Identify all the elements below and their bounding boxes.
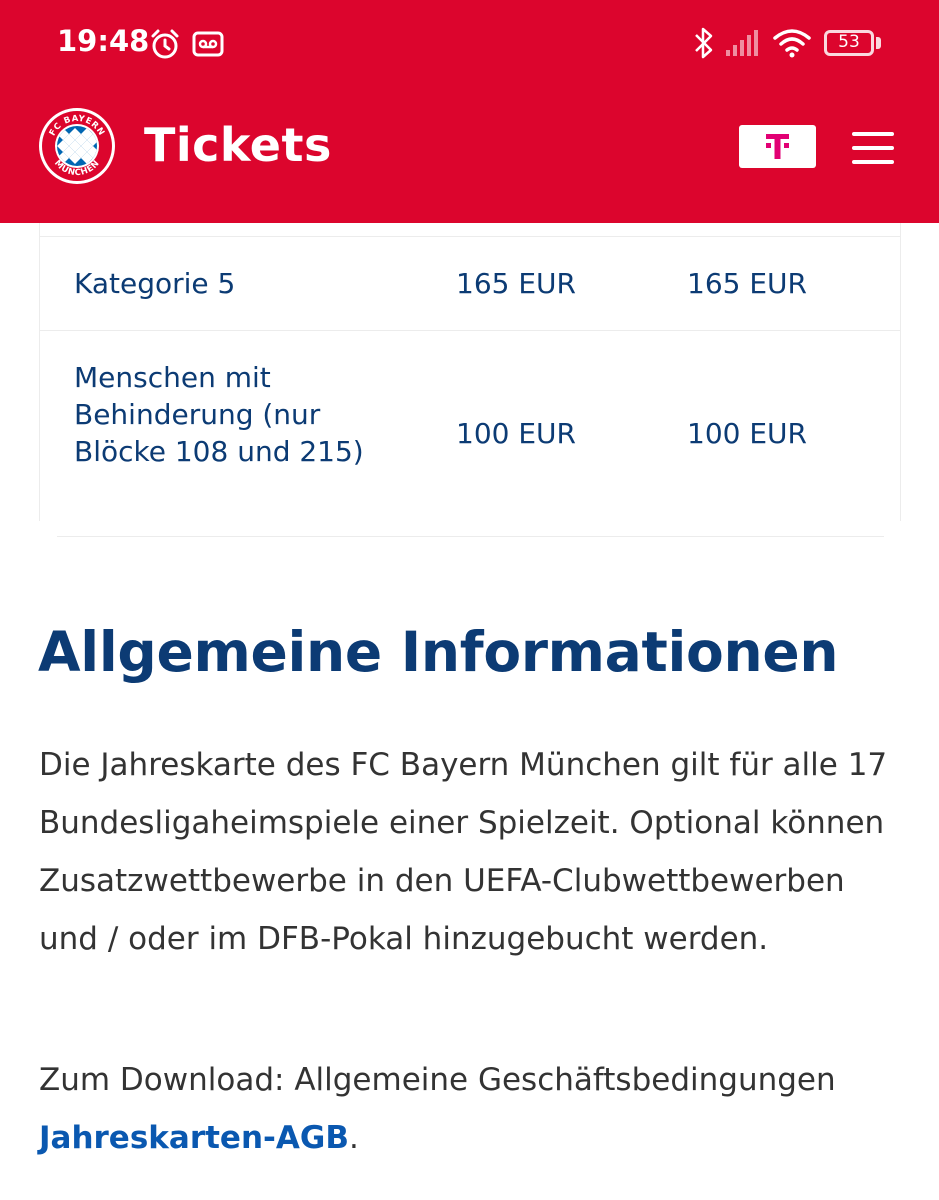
category-cell: Kategorie 5 <box>74 267 236 300</box>
download-text: Zum Download: Allgemeine Geschäftsbeding… <box>39 1062 836 1098</box>
section-title: Allgemeine Informationen <box>38 620 839 684</box>
battery-icon: 53 <box>824 30 874 56</box>
download-paragraph: Zum Download: Allgemeine Geschäftsbeding… <box>39 1051 909 1167</box>
hamburger-menu-icon[interactable] <box>852 132 894 164</box>
signal-icon <box>724 28 760 62</box>
fc-bayern-logo[interactable]: FC BAYERN MÜNCHEN <box>38 107 116 185</box>
info-paragraph: Die Jahreskarte des FC Bayern München gi… <box>39 747 888 957</box>
category-cell: Menschen mit Behinderung (nur Blöcke 108… <box>74 361 364 468</box>
table-row: Menschen mit Behinderung (nur Blöcke 108… <box>40 331 900 521</box>
agb-download-link[interactable]: Jahreskarten-AGB <box>39 1120 349 1156</box>
voicemail-icon <box>192 31 224 61</box>
status-time: 19:48 <box>57 24 150 58</box>
price-table: Kategorie 5 165 EUR 165 EUR Menschen mit… <box>39 223 901 521</box>
battery-tip <box>876 37 881 49</box>
price-cell: 165 EUR <box>456 267 576 300</box>
app-header: FC BAYERN MÜNCHEN Tickets <box>0 90 939 223</box>
download-suffix: . <box>348 1120 359 1156</box>
wifi-icon <box>772 27 812 63</box>
page-title: Tickets <box>144 118 332 172</box>
alarm-icon <box>148 27 182 65</box>
price-cell: 100 EUR <box>456 417 576 450</box>
price-cell: 100 EUR <box>687 417 807 450</box>
table-row: Kategorie 5 165 EUR 165 EUR <box>40 237 900 331</box>
status-bar: 19:48 53 <box>0 0 939 90</box>
price-cell: 165 EUR <box>687 267 807 300</box>
bluetooth-icon <box>692 26 716 64</box>
table-bottom-divider <box>57 536 884 537</box>
telekom-logo[interactable] <box>739 125 816 168</box>
battery-level: 53 <box>838 32 860 52</box>
